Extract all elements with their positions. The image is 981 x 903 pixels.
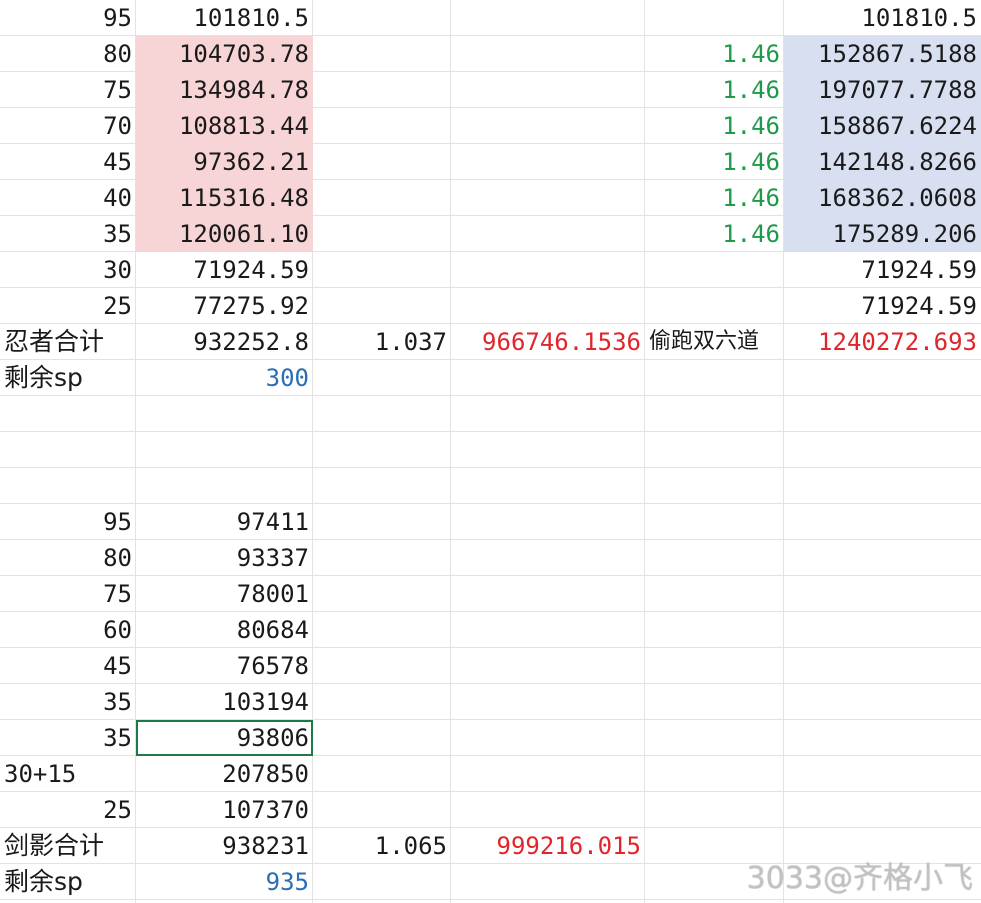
value-cell[interactable]: 80684 [136,612,313,648]
value-cell[interactable]: 207850 [136,756,313,792]
remaining-sp-value[interactable]: 935 [136,864,313,900]
grid-row [0,468,981,504]
scenario-total[interactable]: 1240272.693 [784,324,981,360]
total-adjusted[interactable]: 966746.1536 [451,324,645,360]
adjusted-value-cell[interactable]: 71924.59 [784,252,981,288]
total-multiplier[interactable]: 1.065 [313,828,451,864]
grid-row [0,396,981,432]
level-cell[interactable]: 80 [0,36,136,72]
level-cell[interactable]: 35 [0,684,136,720]
level-cell[interactable]: 95 [0,504,136,540]
scenario-label[interactable]: 偷跑双六道 [645,324,784,360]
level-cell[interactable]: 45 [0,648,136,684]
level-cell[interactable]: 35 [0,720,136,756]
multiplier-cell[interactable]: 1.46 [645,36,784,72]
multiplier-cell[interactable]: 1.46 [645,108,784,144]
grid-row [0,432,981,468]
value-cell[interactable]: 107370 [136,792,313,828]
level-cell[interactable]: 25 [0,288,136,324]
multiplier-cell[interactable]: 1.46 [645,216,784,252]
value-cell[interactable]: 93337 [136,540,313,576]
value-cell[interactable]: 76578 [136,648,313,684]
selected-cell[interactable]: 93806 [136,720,313,756]
adjusted-value-cell[interactable]: 142148.8266 [784,144,981,180]
level-cell[interactable]: 45 [0,144,136,180]
value-cell[interactable]: 97362.21 [136,144,313,180]
adjusted-value-cell[interactable]: 101810.5 [784,0,981,36]
value-cell[interactable]: 101810.5 [136,0,313,36]
level-cell[interactable]: 80 [0,540,136,576]
spreadsheet-grid[interactable]: 95 101810.5 101810.5 80 104703.78 1.46 152867.… [0,0,981,903]
level-cell[interactable]: 30 [0,252,136,288]
value-cell[interactable]: 120061.10 [136,216,313,252]
total-multiplier[interactable]: 1.037 [313,324,451,360]
total-value[interactable]: 932252.8 [136,324,313,360]
level-cell[interactable]: 70 [0,108,136,144]
total-adjusted[interactable]: 999216.015 [451,828,645,864]
level-cell[interactable]: 25 [0,792,136,828]
total-value[interactable]: 938231 [136,828,313,864]
adjusted-value-cell[interactable]: 152867.5188 [784,36,981,72]
value-cell[interactable]: 104703.78 [136,36,313,72]
value-cell[interactable]: 115316.48 [136,180,313,216]
level-cell[interactable]: 75 [0,576,136,612]
adjusted-value-cell[interactable]: 158867.6224 [784,108,981,144]
multiplier-cell[interactable]: 1.46 [645,144,784,180]
watermark: 3033@齐格小飞 [746,861,973,896]
level-cell[interactable]: 95 [0,0,136,36]
multiplier-cell[interactable]: 1.46 [645,72,784,108]
adjusted-value-cell[interactable]: 168362.0608 [784,180,981,216]
value-cell[interactable]: 134984.78 [136,72,313,108]
value-cell[interactable]: 77275.92 [136,288,313,324]
multiplier-cell[interactable]: 1.46 [645,180,784,216]
level-cell[interactable]: 35 [0,216,136,252]
value-cell[interactable]: 108813.44 [136,108,313,144]
value-cell[interactable]: 97411 [136,504,313,540]
value-cell[interactable]: 71924.59 [136,252,313,288]
adjusted-value-cell[interactable]: 175289.206 [784,216,981,252]
value-cell[interactable]: 103194 [136,684,313,720]
level-cell[interactable]: 40 [0,180,136,216]
value-cell[interactable]: 78001 [136,576,313,612]
remaining-sp-value[interactable]: 300 [136,360,313,396]
level-cell[interactable]: 30+15 [0,756,136,792]
adjusted-value-cell[interactable]: 71924.59 [784,288,981,324]
level-cell[interactable]: 60 [0,612,136,648]
level-cell[interactable]: 75 [0,72,136,108]
adjusted-value-cell[interactable]: 197077.7788 [784,72,981,108]
